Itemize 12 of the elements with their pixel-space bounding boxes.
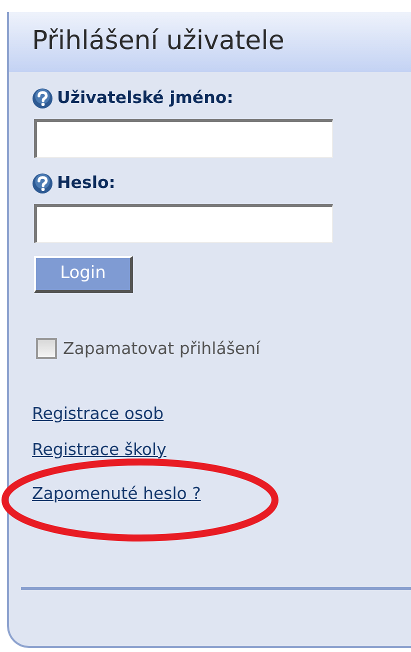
help-icon[interactable]: [32, 172, 53, 194]
field-label: Uživatelské jméno:: [57, 87, 234, 109]
input-field[interactable]: [34, 118, 333, 158]
link[interactable]: Zapomenuté heslo ?: [32, 484, 201, 504]
remember-checkbox[interactable]: [36, 338, 57, 360]
help-icon[interactable]: [32, 88, 53, 109]
input-field[interactable]: [34, 204, 333, 242]
field-label: Heslo:: [57, 172, 116, 194]
remember-label: Zapamatovat přihlášení: [63, 338, 260, 360]
link[interactable]: Registrace školy: [32, 438, 166, 460]
panel-title: Přihlášení uživatele: [9, 12, 411, 72]
link[interactable]: Registrace osob: [32, 403, 164, 425]
